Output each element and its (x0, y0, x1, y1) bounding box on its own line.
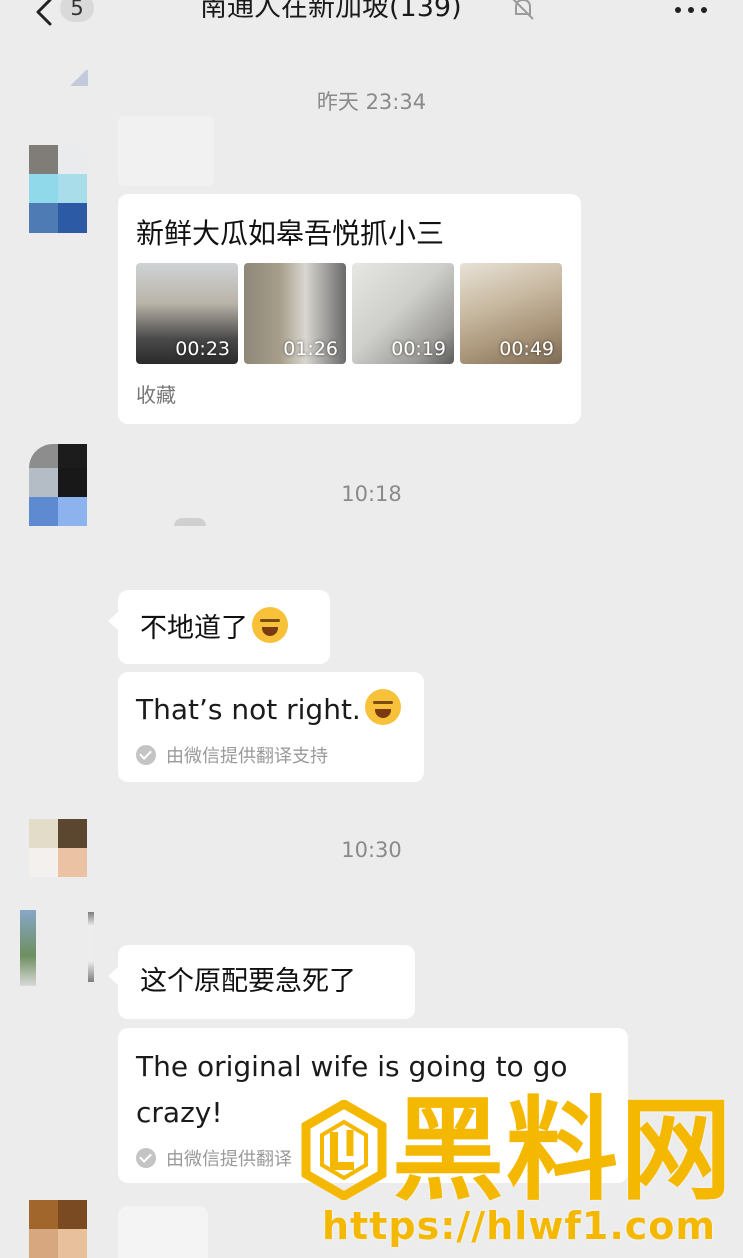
chat-message[interactable]: 这个原配要急死了 (108, 945, 415, 1019)
video-duration: 00:19 (391, 338, 446, 360)
video-thumbnail[interactable]: 00:23 (136, 263, 238, 364)
translation-note-text: 由微信提供翻译 (166, 1149, 292, 1170)
mute-bell-icon (512, 0, 534, 20)
timestamp: 昨天 23:34 (316, 90, 427, 114)
translation-note-text: 由微信提供翻译支持 (166, 746, 328, 767)
check-circle-icon (136, 1148, 156, 1168)
video-thumbnail[interactable]: 00:49 (460, 263, 562, 364)
unread-count-badge[interactable]: 5 (60, 0, 94, 22)
watermark-brand: 黑料网 (392, 1086, 734, 1216)
video-thumbnail[interactable]: 01:26 (244, 263, 346, 364)
facepalm-emoji-icon (364, 689, 401, 725)
watermark-logo-icon (301, 1100, 387, 1200)
video-thumbnail[interactable]: 00:19 (352, 263, 454, 364)
video-duration: 00:23 (175, 338, 230, 360)
favorites-card-footer: 收藏 (136, 383, 176, 407)
timestamp: 10:18 (341, 482, 402, 506)
video-duration: 01:26 (283, 338, 338, 360)
favorites-card-title: 新鲜大瓜如皋吾悦抓小三 (136, 217, 445, 250)
avatar[interactable] (29, 1200, 87, 1258)
avatar-partial (88, 912, 94, 982)
translation-text-line: crazy! (136, 1096, 223, 1129)
translation-note: 由微信提供翻译支持 (136, 742, 328, 768)
translation-card[interactable]: That’s not right. 由微信提供翻译支持 (118, 672, 424, 782)
watermark-url: https://hlwf1.com (322, 1204, 716, 1248)
facepalm-emoji-icon (252, 607, 288, 643)
message-text: 这个原配要急死了 (140, 966, 356, 997)
translation-text-line: The original wife is going to go (136, 1050, 568, 1083)
translation-text: That’s not right. (136, 693, 361, 726)
bubble-partial (118, 1206, 208, 1258)
back-chevron-icon[interactable] (34, 0, 54, 28)
timestamp: 10:30 (341, 838, 402, 862)
message-content: 不地道了 (140, 607, 288, 649)
chat-title: 南通人在新加坡(139) (200, 0, 462, 23)
video-duration: 00:49 (499, 338, 554, 360)
translation-content: That’s not right. (136, 689, 401, 731)
favorites-card-message[interactable]: 新鲜大瓜如皋吾悦抓小三 00:23 01:26 00:19 00:49 收藏 (118, 194, 581, 424)
avatar[interactable] (29, 145, 87, 233)
sender-name-blurred (174, 518, 206, 526)
message-text: 不地道了 (140, 613, 248, 644)
translation-note: 由微信提供翻译 (136, 1145, 292, 1171)
avatar-partial (68, 70, 88, 86)
sender-name-blurred (118, 116, 214, 186)
chat-message[interactable]: 不地道了 (108, 590, 330, 664)
chat-header: 5 南通人在新加坡(139) (0, 0, 743, 36)
check-circle-icon (136, 745, 156, 765)
more-options-icon[interactable] (672, 0, 712, 20)
avatar[interactable] (20, 910, 36, 986)
